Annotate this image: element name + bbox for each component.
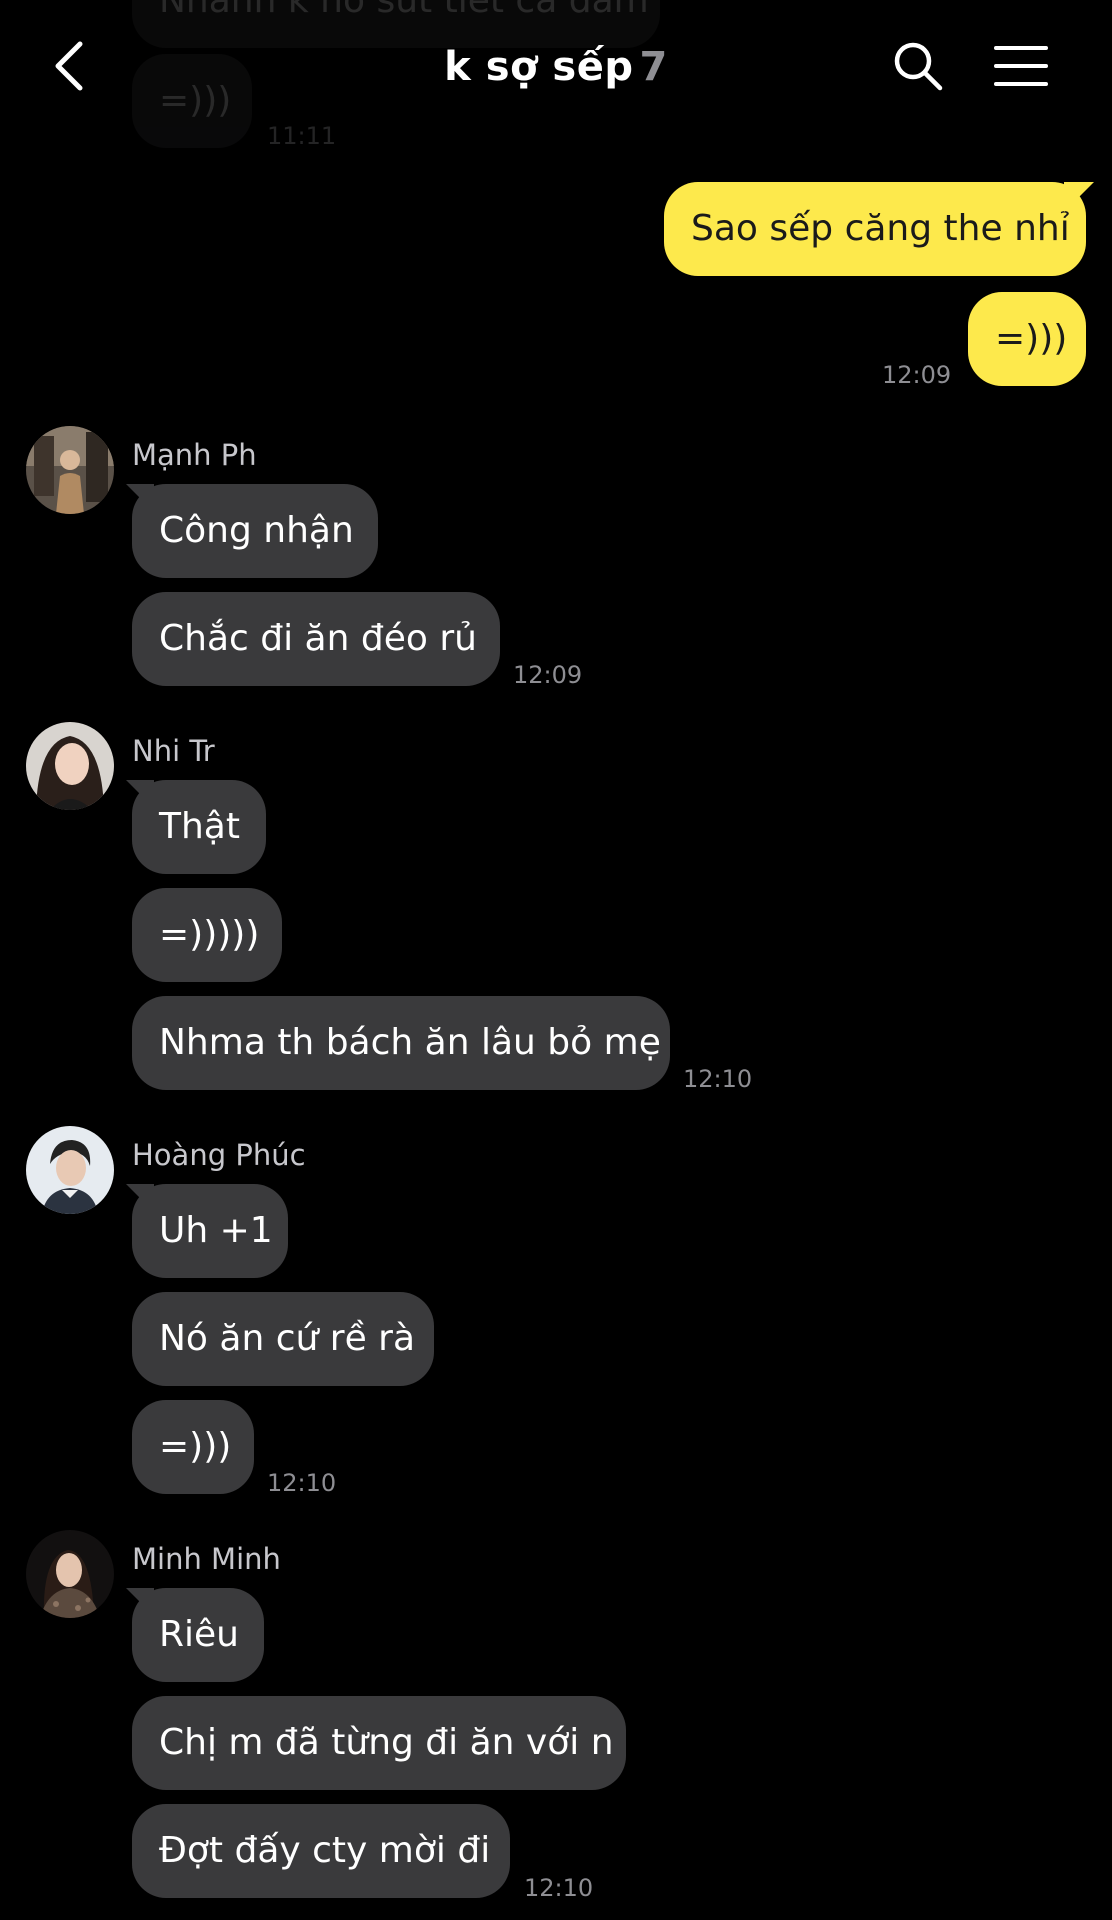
sender-name: Minh Minh [132,1542,281,1576]
outgoing-message[interactable]: Sao sếp căng the nhỉ [664,182,1086,276]
avatar-manh-ph[interactable] [26,426,114,514]
message-text: Chắc đi ăn đéo rủ [159,618,477,659]
message-timestamp: 12:10 [683,1065,753,1093]
message-text: Nó ăn cứ rề rà [159,1318,416,1359]
avatar-minh-minh[interactable] [26,1530,114,1618]
message-text: Nhma th bách ăn lâu bỏ mẹ [159,1022,661,1063]
message-text: Đợt đấy cty mời đi [159,1830,491,1871]
avatar-photo [26,1126,114,1214]
incoming-message[interactable]: Nhma th bách ăn lâu bỏ mẹ [132,996,670,1090]
message-text: =))) [159,1426,232,1467]
sender-name: Mạnh Ph [132,438,257,472]
avatar-photo [26,426,114,514]
incoming-message[interactable]: =))) [132,1400,254,1494]
incoming-message[interactable]: Uh +1 [132,1184,288,1278]
incoming-message[interactable]: =))))) [132,888,282,982]
chat-header: k sợ sếp 7 [0,0,1112,140]
sender-name: Hoàng Phúc [132,1138,306,1172]
search-icon [894,42,943,91]
message-text: =))))) [159,914,260,955]
message-text: Uh +1 [159,1210,273,1251]
incoming-message[interactable]: Chị m đã từng đi ăn với n [132,1696,626,1790]
message-timestamp: 12:10 [267,1469,337,1497]
avatar-nhi-tr[interactable] [26,722,114,810]
message-text: Thật [159,806,240,847]
incoming-message[interactable]: Riêu [132,1588,264,1682]
avatar-hoang-phuc[interactable] [26,1126,114,1214]
outgoing-message[interactable]: =))) [968,292,1086,386]
message-timestamp: 12:10 [524,1874,594,1902]
message-text: Sao sếp căng the nhỉ [691,208,1070,249]
incoming-message[interactable]: Nó ăn cứ rề rà [132,1292,434,1386]
incoming-message[interactable]: Thật [132,780,266,874]
sender-name: Nhi Tr [132,734,215,768]
message-text: Công nhận [159,510,354,551]
chat-title-text: k sợ sếp [444,44,634,90]
message-text: Chị m đã từng đi ăn với n [159,1722,614,1763]
avatar-photo [26,722,114,810]
search-button[interactable] [892,40,944,92]
avatar-photo [26,1530,114,1618]
incoming-message[interactable]: Công nhận [132,484,378,578]
chat-title[interactable]: k sợ sếp 7 [0,44,1112,90]
menu-button[interactable] [994,44,1048,88]
hamburger-menu-icon [994,46,1048,86]
chat-screen: Nhanh k nó sút tiết cả đám =))) 11:11 k … [0,0,1112,1920]
incoming-message[interactable]: Đợt đấy cty mời đi [132,1804,510,1898]
message-timestamp: 12:09 [882,361,952,389]
message-text: =))) [995,318,1068,359]
message-text: Riêu [159,1614,239,1655]
member-count: 7 [639,44,668,90]
message-timestamp: 12:09 [513,661,583,689]
incoming-message[interactable]: Chắc đi ăn đéo rủ [132,592,500,686]
